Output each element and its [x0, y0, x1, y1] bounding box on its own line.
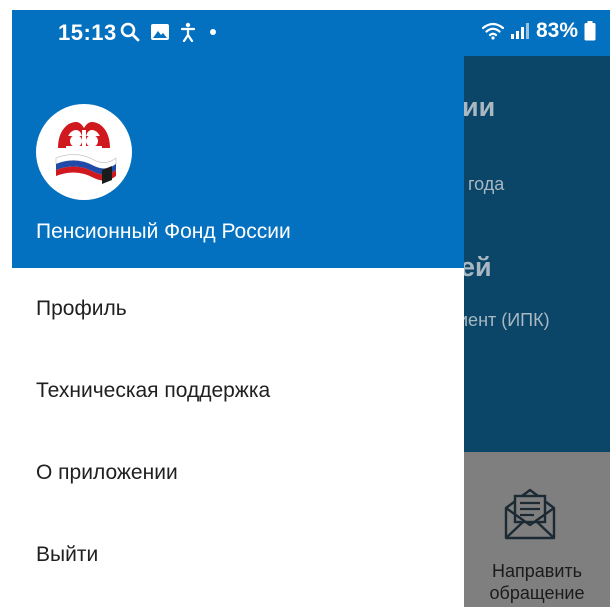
accessibility-icon [180, 22, 196, 42]
status-icons-right: 83% [481, 19, 596, 43]
pfr-logo [36, 104, 132, 200]
menu-item-about[interactable]: О приложении [12, 432, 464, 514]
status-icons-left [120, 22, 216, 42]
send-request-label-line2: обращение [489, 583, 585, 603]
battery-percent: 83% [535, 19, 578, 42]
menu-item-profile[interactable]: Профиль [12, 268, 464, 350]
battery-icon [584, 21, 596, 41]
status-time: 15:13 [58, 20, 117, 45]
drawer-title: Пенсионный Фонд России [36, 220, 291, 243]
search-icon [120, 22, 140, 42]
notification-dot [210, 29, 216, 35]
envelope-letter-icon [504, 488, 556, 540]
background-subtext-fragment-2: иент (ИПК) [458, 310, 550, 330]
menu-item-logout[interactable]: Выйти [12, 514, 464, 596]
gallery-icon [151, 24, 169, 40]
status-bar: 15:13 83% [12, 10, 610, 56]
background-subtext-fragment: года [468, 174, 505, 194]
send-request-label-line1: Направить [491, 561, 583, 581]
background-heading-fragment-2: ей [460, 252, 492, 282]
wifi-icon [481, 22, 504, 40]
send-request-card[interactable]: Направить обращение [464, 452, 610, 607]
drawer-menu: Профиль Техническая поддержка О приложен… [12, 268, 464, 596]
phone-screen: 15:13 83% ии года ей иент (ИПК) Направит… [12, 10, 610, 607]
menu-item-tech-support[interactable]: Техническая поддержка [12, 350, 464, 432]
pfr-emblem-icon [55, 122, 117, 184]
background-heading-fragment: ии [462, 92, 496, 122]
send-request-label: Направить обращение [464, 560, 610, 604]
signal-icon [510, 23, 529, 39]
navigation-drawer: Пенсионный Фонд России Профиль Техническ… [12, 10, 464, 607]
